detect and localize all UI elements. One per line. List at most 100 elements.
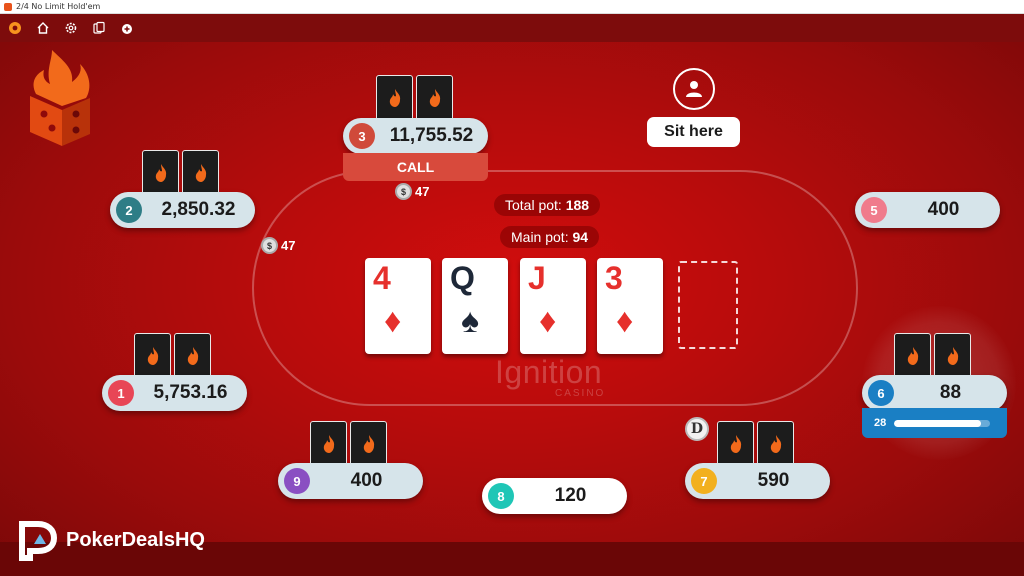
card-rank: Q (450, 260, 475, 296)
card-rank: 4 (373, 260, 391, 296)
seat-7-hole-cards (717, 421, 794, 467)
diamond-suit-icon: ♦ (616, 302, 634, 340)
gear-icon[interactable] (62, 19, 80, 37)
seat-number-badge: 5 (861, 197, 887, 223)
app-icon (4, 2, 12, 11)
flame-icon (730, 435, 741, 453)
seat-number-badge: 9 (284, 468, 310, 494)
card-back (310, 421, 347, 467)
seat-1[interactable]: 1 5,753.16 (102, 375, 247, 411)
lobby-logo-icon[interactable] (6, 19, 24, 37)
main-pot-value: 94 (572, 229, 589, 245)
board-card: 3 ♦ (597, 258, 663, 354)
seat-stack: 590 (757, 470, 790, 491)
chip-icon: $ (395, 183, 412, 200)
card-back (174, 333, 211, 379)
main-pot: Main pot: 94 (500, 226, 600, 248)
seat-stack: 120 (554, 485, 587, 506)
cards-icon[interactable] (90, 19, 108, 37)
main-pot-label: Main pot: (511, 229, 569, 245)
card-back (757, 421, 794, 467)
card-back (416, 75, 453, 121)
card-back (894, 333, 931, 379)
total-pot-value: 188 (565, 197, 590, 213)
table-toolbar (0, 14, 1024, 42)
seat-6-hole-cards (894, 333, 971, 379)
timer-bar (894, 419, 991, 427)
card-back (717, 421, 754, 467)
diamond-suit-icon: ♦ (384, 302, 402, 340)
seat-stack: 88 (939, 382, 962, 403)
window-title: 2/4 No Limit Hold'em (16, 2, 101, 11)
chip-icon: $ (261, 237, 278, 254)
home-icon[interactable] (34, 19, 52, 37)
seat-2-bet: $ 47 (261, 237, 295, 254)
card-back (134, 333, 171, 379)
card-back (142, 150, 179, 196)
add-chips-icon[interactable] (118, 19, 136, 37)
ignition-dice-logo-icon (30, 50, 90, 146)
flame-icon (363, 435, 374, 453)
flame-icon (947, 347, 958, 365)
seat-3-action-label: CALL (343, 153, 488, 181)
casino-brand-text: Ignition (495, 354, 603, 390)
board-card: 4 ♦ (365, 258, 431, 354)
bet-amount: 47 (281, 238, 296, 253)
seat-number-badge: 3 (349, 123, 375, 149)
seat-7[interactable]: 7 590 (685, 463, 830, 499)
flame-icon (907, 347, 918, 365)
open-seat-avatar-icon[interactable] (673, 68, 715, 110)
casino-brand-subtext: CASINO (555, 388, 606, 399)
board-card: J ♦ (520, 258, 586, 354)
seat-number-badge: 8 (488, 483, 514, 509)
card-back (350, 421, 387, 467)
window-title-bar: 2/4 No Limit Hold'em (0, 0, 1024, 14)
timer-bar-fill (894, 419, 981, 427)
bet-amount: 47 (415, 184, 430, 199)
card-back (182, 150, 219, 196)
board-card: Q ♠ (442, 258, 508, 354)
flame-icon (323, 435, 334, 453)
seat-5[interactable]: 5 400 (855, 192, 1000, 228)
total-pot-label: Total pot: (505, 197, 562, 213)
flame-icon (389, 89, 400, 107)
total-pot: Total pot: 188 (494, 194, 601, 216)
flame-icon (187, 347, 198, 365)
sit-here-button[interactable]: Sit here (647, 117, 740, 147)
seat-number-badge: 6 (868, 380, 894, 406)
seat-stack: 400 (350, 470, 383, 491)
seat-2-hole-cards (142, 150, 219, 196)
card-back (376, 75, 413, 121)
seat-stack: 2,850.32 (161, 199, 236, 220)
seat-number-badge: 2 (116, 197, 142, 223)
watermark-text: PokerDealsHQ (66, 528, 205, 551)
diamond-suit-icon: ♦ (539, 302, 557, 340)
seat-stack: 400 (927, 199, 960, 220)
seat-stack: 11,755.52 (389, 125, 474, 146)
seat-3-hole-cards (376, 75, 453, 121)
flame-icon (147, 347, 158, 365)
seat-3-bet: $ 47 (395, 183, 429, 200)
flame-icon (429, 89, 440, 107)
seat-6[interactable]: 6 88 (862, 375, 1007, 411)
watermark: PokerDealsHQ (18, 518, 205, 562)
pokerdealshq-logo-icon (19, 521, 58, 561)
seat-6-action-timer: 28 (862, 408, 1007, 438)
dealer-button: D (685, 417, 709, 441)
spade-suit-icon: ♠ (461, 302, 480, 340)
flame-icon (195, 164, 206, 182)
seat-9-hole-cards (310, 421, 387, 467)
seat-9[interactable]: 9 400 (278, 463, 423, 499)
seat-number-badge: 1 (108, 380, 134, 406)
card-rank: 3 (605, 260, 623, 296)
timer-seconds: 28 (874, 417, 887, 429)
seat-number-badge: 7 (691, 468, 717, 494)
seat-2[interactable]: 2 2,850.32 (110, 192, 255, 228)
seat-8[interactable]: 8 120 (482, 478, 627, 514)
seat-3[interactable]: 3 11,755.52 (343, 118, 488, 154)
flame-icon (155, 164, 166, 182)
seat-1-hole-cards (134, 333, 211, 379)
river-card-placeholder (678, 261, 738, 349)
card-back (934, 333, 971, 379)
flame-icon (770, 435, 781, 453)
